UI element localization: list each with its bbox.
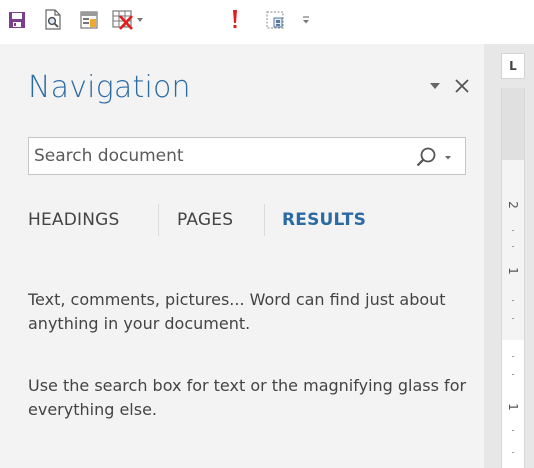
results-hint-text: Use the search box for text or the magni… [28,376,467,419]
tab-pages[interactable]: PAGES [177,200,233,240]
ruler-tick [512,430,514,431]
save-icon [9,12,25,28]
delete-table-icon [112,10,143,30]
navigation-pane: Navigation HEADINGS PAGES RESULTS Tex [0,44,484,468]
tab-headings[interactable]: HEADINGS [28,200,120,240]
form-button[interactable] [76,6,102,34]
ruler-number: 1 [506,267,520,275]
chevron-down-icon [430,83,440,89]
ruler-margin [502,160,524,340]
ruler-number: 2 [506,201,520,209]
ruler-number: 1 [506,403,520,411]
print-preview-button[interactable] [40,6,66,34]
ruler-tick [512,452,514,453]
tab-divider [158,204,159,236]
tab-selector-button[interactable]: L [501,53,525,79]
ruler-margin [502,88,524,160]
navigation-tabs: HEADINGS PAGES RESULTS [28,200,468,240]
delete-table-button[interactable] [110,6,146,34]
tab-selector-label: L [509,59,517,73]
close-icon [455,79,469,93]
pane-title: Navigation [28,70,191,105]
results-hint-text: Text, comments, pictures... Word can fin… [28,290,446,333]
customize-toolbar-icon [303,16,309,24]
ruler-tick [512,230,514,231]
tab-divider [264,204,265,236]
tab-results[interactable]: RESULTS [282,200,366,240]
dialog-button[interactable] [262,6,288,34]
search-options-button[interactable] [415,144,461,170]
save-button[interactable] [4,6,30,34]
ruler-tick [512,374,514,375]
alert-button[interactable] [222,6,248,34]
ruler-tick [512,356,514,357]
ruler-tick [512,300,514,301]
search-icon [416,147,436,167]
customize-toolbar-button[interactable] [298,6,314,34]
form-icon [80,11,98,29]
close-button[interactable] [450,74,474,98]
pane-options-button[interactable] [428,80,442,92]
dialog-icon [266,11,284,29]
search-box [28,137,466,175]
quick-access-toolbar [0,0,534,44]
search-input[interactable] [29,138,399,174]
ruler-tick [512,246,514,247]
chevron-down-icon [445,156,451,160]
print-preview-icon [45,9,61,30]
ruler-tick [512,318,514,319]
exclamation-icon [233,10,237,28]
